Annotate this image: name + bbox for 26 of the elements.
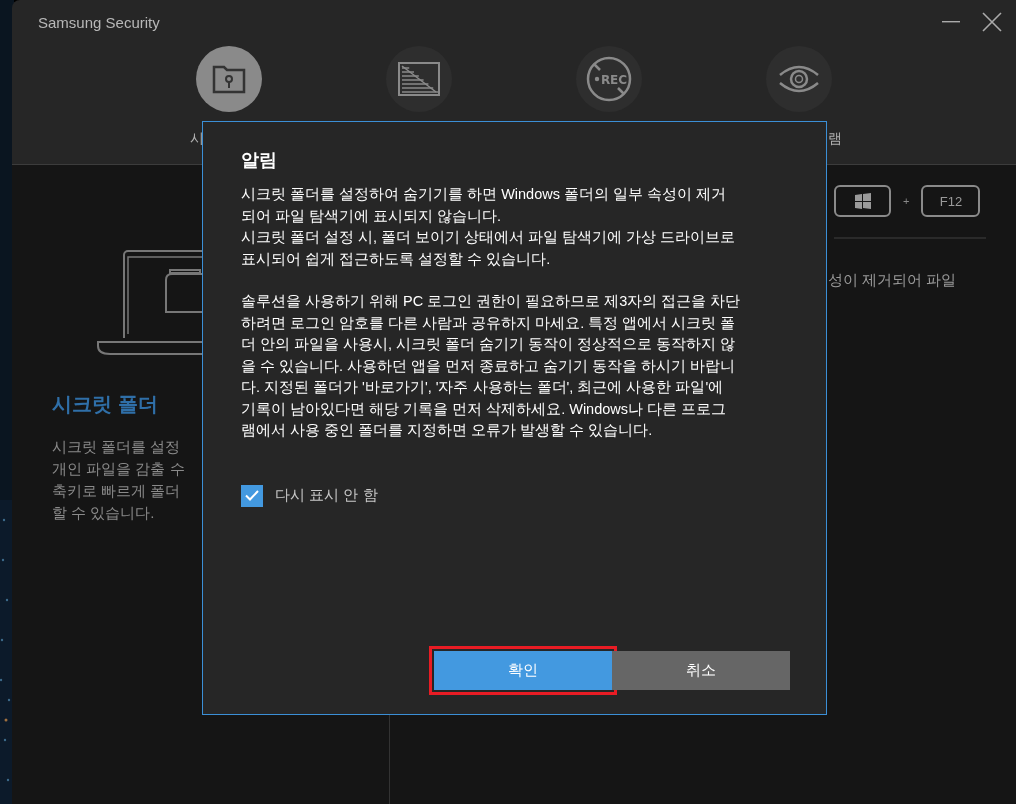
cancel-button[interactable]: 취소	[612, 651, 790, 690]
plus-sign: +	[903, 195, 910, 207]
folder-lock-icon	[212, 64, 246, 94]
tab-button[interactable]: REC	[576, 46, 642, 112]
feature-description: 축키로 빠르게 폴더	[52, 481, 182, 501]
feature-description: 할 수 있습니다.	[52, 503, 156, 523]
no-record-icon: REC	[585, 55, 633, 103]
screen-icon	[398, 62, 440, 96]
eye-icon	[777, 63, 821, 95]
feature-description: 시크릿 폴더를 설정	[52, 437, 182, 457]
tab-label: 램	[828, 130, 842, 148]
dialog-title: 알림	[241, 149, 278, 172]
dialog-paragraph: 솔루션을 사용하기 위해 PC 로그인 권한이 필요하므로 제3자의 접근을 차단 하려면 로그인 암호를 다른 사람과 공유하지 마세요. 특정 앱에서 시크릿 폴 더 안의 파일을 사용시, 시크릿 폴더 숨기기 동작이 정상적으로 동작하지 않 을 수 있습니다. 사용하던 앱을 먼저 종료하고 숨기기 동작을 하시기 바랍니 다. 지정된 폴더가 '바로가기', '자주 사용하는 폴더', 최근에 사용한 파일'에 기록이 남아있다면 해당 기록을 먼저 삭제하세요. Windows나 다른 프로그 램에서 사용 중인 폴더를 지정하면 오류가 발생할 수 있습니다.	[241, 292, 742, 440]
window-title: Samsung Security	[38, 13, 160, 31]
feature-title: 시크릿 폴더	[52, 392, 158, 417]
feature-description: 개인 파일을 감출 수	[52, 459, 185, 479]
description-text: 성이 제거되어 파일	[828, 271, 957, 290]
f12-key: F12	[921, 185, 981, 217]
checkbox[interactable]	[241, 484, 263, 507]
minimize-icon[interactable]	[942, 21, 960, 23]
check-icon	[245, 490, 259, 501]
windows-icon	[854, 193, 871, 209]
close-icon[interactable]	[982, 12, 1002, 32]
dialog-paragraph: 시크릿 폴더를 설정하여 숨기기를 하면 Windows 폴더의 일부 속성이 제거 되어 파일 탐색기에 표시되지 않습니다. 시크릿 폴더 설정 시, 폴더 보이기 상태에서 파일 탐색기에 가상 드라이브로 표시되어 쉽게 접근하도록 설정할 수 있습니다.	[241, 185, 737, 269]
tab-label: 시	[190, 130, 204, 148]
checkbox-label: 다시 표시 안 함	[275, 486, 378, 505]
